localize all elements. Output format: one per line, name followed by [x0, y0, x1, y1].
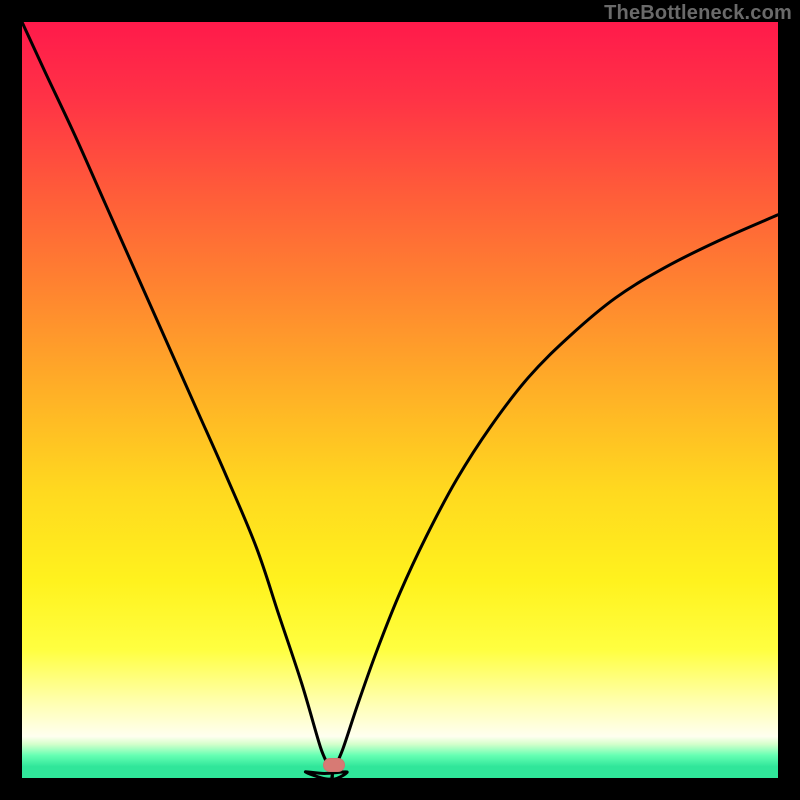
optimum-marker: [323, 758, 345, 772]
plot-frame: [22, 22, 778, 778]
watermark-text: TheBottleneck.com: [604, 2, 792, 25]
gradient-background: [22, 22, 778, 778]
